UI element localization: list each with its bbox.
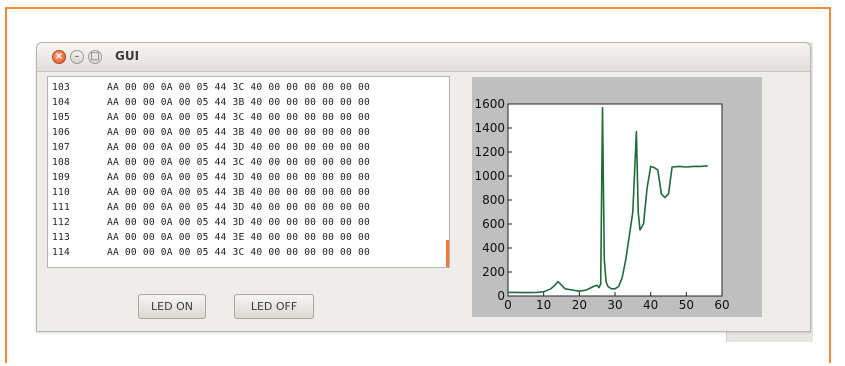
- x-tick-label: 50: [679, 298, 694, 312]
- line-chart-panel: 0 10 20 30 40 50 60 0 200 400 600 800 1000 1200 1400 16…: [472, 77, 762, 317]
- minimize-icon[interactable]: –: [70, 50, 84, 64]
- log-row: 110 AA 00 00 0A 00 05 44 3B 40 00 00 00 0…: [52, 187, 370, 198]
- y-tick-label: 1000: [474, 169, 505, 183]
- log-row: 106 AA 00 00 0A 00 05 44 3B 40 00 00 00 0…: [52, 127, 370, 138]
- y-tick-label: 400: [482, 241, 505, 255]
- log-row: 113 AA 00 00 0A 00 05 44 3E 40 00 00 00 0…: [52, 232, 370, 243]
- x-tick-label: 60: [714, 298, 729, 312]
- y-tick-label: 600: [482, 217, 505, 231]
- log-row: 104 AA 00 00 0A 00 05 44 3B 40 00 00 00 0…: [52, 97, 370, 108]
- log-row: 107 AA 00 00 0A 00 05 44 3D 40 00 00 00 0…: [52, 142, 370, 153]
- gui-window: × – □ GUI 103 AA 00 00 0A 00 05 44 3C 40 …: [36, 42, 811, 332]
- serial-log-textarea[interactable]: 103 AA 00 00 0A 00 05 44 3C 40 00 00 00 0…: [47, 76, 450, 268]
- x-tick-label: 0: [504, 298, 512, 312]
- log-row: 114 AA 00 00 0A 00 05 44 3C 40 00 00 00 0…: [52, 247, 370, 258]
- y-tick-label: 0: [497, 289, 505, 303]
- y-tick-label: 200: [482, 265, 505, 279]
- log-row: 111 AA 00 00 0A 00 05 44 3D 40 00 00 00 0…: [52, 202, 370, 213]
- x-tick-label: 10: [536, 298, 551, 312]
- log-row: 103 AA 00 00 0A 00 05 44 3C 40 00 00 00 0…: [52, 82, 370, 93]
- line-chart: 0 10 20 30 40 50 60020040060080010001200140016…: [474, 97, 729, 312]
- y-tick-label: 1200: [474, 145, 505, 159]
- window-title: GUI: [115, 49, 140, 63]
- log-row: 109 AA 00 00 0A 00 05 44 3D 40 00 00 00 0…: [52, 172, 370, 183]
- maximize-icon[interactable]: □: [88, 50, 102, 64]
- log-row: 112 AA 00 00 0A 00 05 44 3D 40 00 00 00 0…: [52, 217, 370, 228]
- led-on-button[interactable]: LED ON: [138, 294, 206, 319]
- y-tick-label: 1400: [474, 121, 505, 135]
- y-tick-label: 1600: [474, 97, 505, 111]
- close-icon[interactable]: ×: [52, 50, 66, 64]
- plot-area: [507, 103, 723, 297]
- log-row: 108 AA 00 00 0A 00 05 44 3C 40 00 00 00 0…: [52, 157, 370, 168]
- x-tick-label: 20: [572, 298, 587, 312]
- scrollbar-thumb[interactable]: [446, 240, 449, 267]
- log-row: 105 AA 00 00 0A 00 05 44 3C 40 00 00 00 0…: [52, 112, 370, 123]
- title-bar[interactable]: × – □ GUI: [37, 43, 810, 72]
- x-tick-label: 40: [643, 298, 658, 312]
- x-tick-label: 30: [607, 298, 622, 312]
- y-tick-label: 800: [482, 193, 505, 207]
- led-off-button[interactable]: LED OFF: [234, 294, 314, 319]
